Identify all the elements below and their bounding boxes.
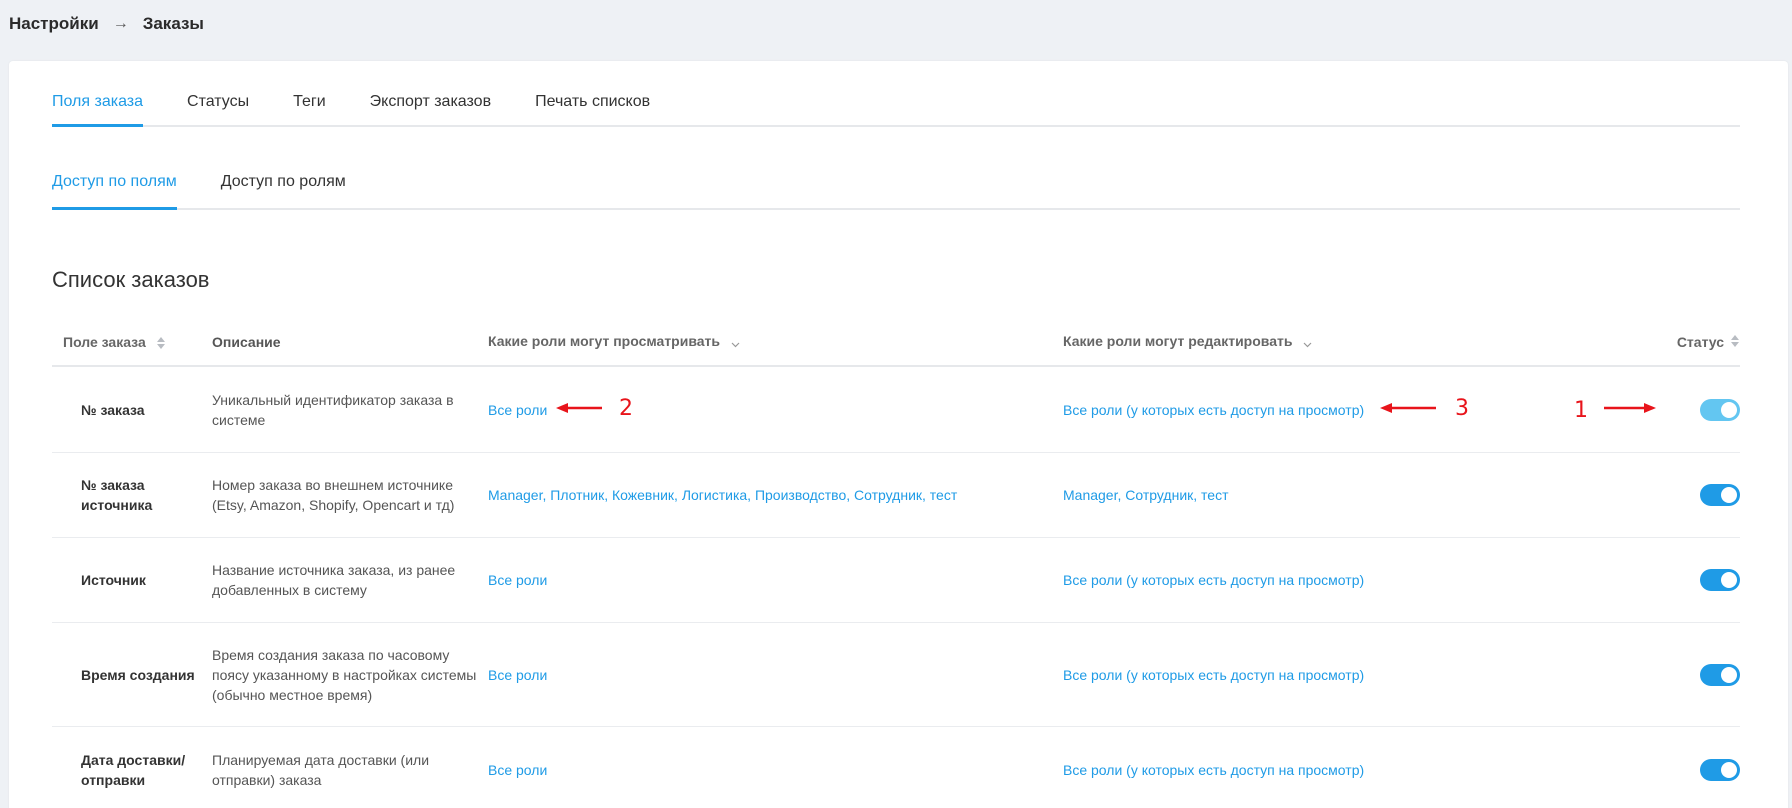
table-row: № заказа Уникальный идентификатор заказа… bbox=[52, 367, 1740, 453]
table-row: Время создания Время создания заказа по … bbox=[52, 623, 1740, 727]
header-field[interactable]: Поле заказа bbox=[52, 334, 212, 350]
row-edit-roles-link[interactable]: Все роли (у которых есть доступ на просм… bbox=[1063, 667, 1364, 683]
row-field-name: Время создания bbox=[81, 666, 195, 683]
subtab-role-access[interactable]: Доступ по ролям bbox=[221, 173, 346, 208]
main-tabs: Поля заказа Статусы Теги Экспорт заказов… bbox=[52, 93, 1740, 127]
row-field-name: Источник bbox=[81, 572, 146, 588]
row-view-roles-link[interactable]: Все роли bbox=[488, 572, 547, 588]
tab-export-orders[interactable]: Экспорт заказов bbox=[370, 93, 491, 125]
sort-icon[interactable] bbox=[156, 336, 166, 350]
row-field-name: № заказа источника bbox=[81, 477, 153, 513]
header-field-label: Поле заказа bbox=[63, 333, 146, 350]
breadcrumb-settings[interactable]: Настройки bbox=[9, 14, 99, 34]
tab-print-lists[interactable]: Печать списков bbox=[535, 93, 650, 125]
annotation-number-2: 2 bbox=[619, 396, 633, 421]
breadcrumb: Настройки → Заказы bbox=[9, 14, 204, 34]
row-edit-roles-link[interactable]: Все роли (у которых есть доступ на просм… bbox=[1063, 572, 1364, 588]
row-description: Название источника заказа, из ранее доба… bbox=[212, 562, 456, 598]
tab-statuses[interactable]: Статусы bbox=[187, 93, 249, 125]
row-field-name: Дата доставки/ отправки bbox=[81, 751, 186, 788]
subtab-field-access[interactable]: Доступ по полям bbox=[52, 173, 177, 210]
header-status-label: Статус bbox=[1676, 334, 1724, 350]
status-toggle[interactable] bbox=[1700, 758, 1740, 781]
table-row: № заказа источника Номер заказа во внешн… bbox=[52, 453, 1740, 538]
status-toggle[interactable] bbox=[1700, 398, 1740, 421]
sort-icon[interactable] bbox=[1730, 334, 1740, 350]
header-view-roles-label: Какие роли могут просматривать bbox=[488, 333, 720, 350]
table-row: Источник Название источника заказа, из р… bbox=[52, 538, 1740, 623]
row-view-roles-link[interactable]: Все роли bbox=[488, 762, 547, 778]
row-edit-roles-link[interactable]: Manager, Сотрудник, тест bbox=[1063, 487, 1229, 503]
row-description: Планируемая дата доставки (или отправки)… bbox=[212, 751, 430, 788]
row-view-roles-link[interactable]: Все роли bbox=[488, 402, 547, 418]
row-description: Номер заказа во внешнем источнике (Etsy,… bbox=[212, 477, 455, 513]
header-edit-roles[interactable]: Какие роли могут редактировать bbox=[1063, 333, 1643, 350]
table-row: Дата доставки/ отправки Планируемая дата… bbox=[52, 727, 1740, 808]
breadcrumb-arrow-icon: → bbox=[112, 15, 129, 32]
row-edit-roles-link[interactable]: Все роли (у которых есть доступ на просм… bbox=[1063, 762, 1364, 778]
row-description: Уникальный идентификатор заказа в систем… bbox=[212, 391, 454, 428]
header-view-roles[interactable]: Какие роли могут просматривать bbox=[488, 333, 1063, 350]
row-edit-roles-link[interactable]: Все роли (у которых есть доступ на просм… bbox=[1063, 402, 1364, 418]
header-edit-roles-label: Какие роли могут редактировать bbox=[1063, 333, 1293, 350]
section-title: Список заказов bbox=[52, 267, 210, 292]
tab-tags[interactable]: Теги bbox=[293, 93, 326, 125]
table-header: Поле заказа Описание Какие роли могут пр… bbox=[52, 319, 1740, 367]
tab-order-fields[interactable]: Поля заказа bbox=[52, 93, 144, 127]
annotation-number-3: 3 bbox=[1455, 396, 1469, 421]
fields-table: Поле заказа Описание Какие роли могут пр… bbox=[52, 319, 1740, 808]
red-arrow-icon bbox=[1604, 403, 1656, 413]
chevron-down-icon[interactable] bbox=[1303, 335, 1312, 351]
status-toggle[interactable] bbox=[1700, 569, 1740, 591]
row-description: Время создания заказа по часовому поясу … bbox=[212, 646, 477, 703]
row-view-roles-link[interactable]: Manager, Плотник, Кожевник, Логистика, П… bbox=[488, 487, 957, 503]
red-arrow-icon bbox=[1380, 403, 1436, 413]
row-field-name: № заказа bbox=[81, 401, 145, 418]
sub-tabs: Доступ по полям Доступ по ролям bbox=[52, 173, 1740, 210]
breadcrumb-orders: Заказы bbox=[142, 14, 204, 33]
header-description: Описание bbox=[212, 334, 281, 350]
row-view-roles-link[interactable]: Все роли bbox=[488, 667, 547, 683]
status-toggle[interactable] bbox=[1700, 663, 1740, 686]
red-arrow-icon bbox=[556, 403, 602, 413]
chevron-down-icon[interactable] bbox=[731, 335, 740, 351]
settings-card: Поля заказа Статусы Теги Экспорт заказов… bbox=[9, 61, 1788, 808]
status-toggle[interactable] bbox=[1700, 484, 1740, 506]
header-status[interactable]: Статус bbox=[1643, 334, 1740, 350]
annotation-number-1: 1 bbox=[1574, 398, 1588, 423]
